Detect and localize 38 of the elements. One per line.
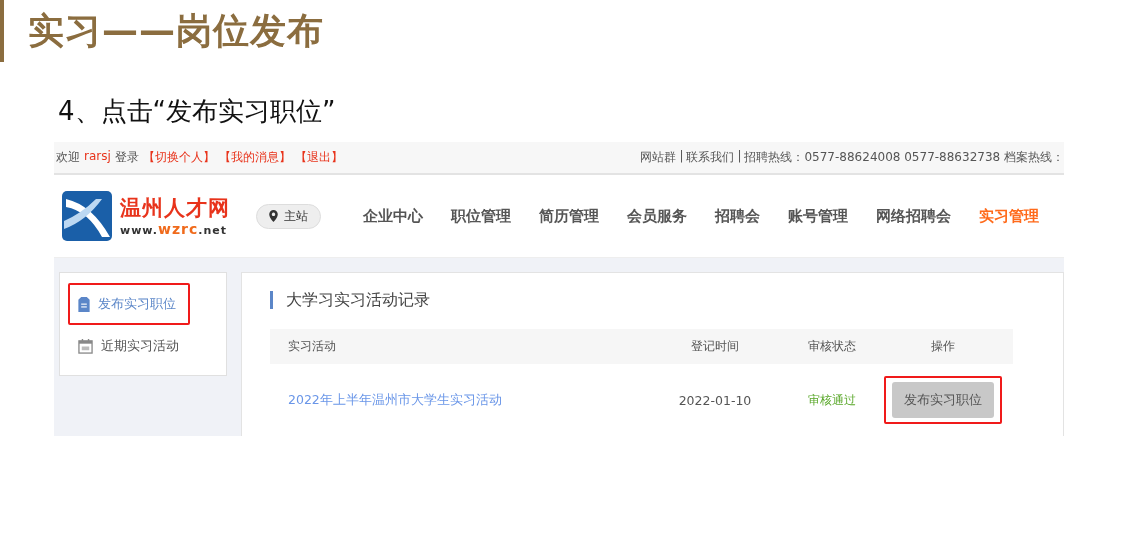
topbar-text: 网站群 [640,149,677,167]
nav-item[interactable]: 简历管理 [525,206,613,226]
slide-title: 实习——岗位发布 [28,8,324,53]
document-icon [78,296,90,312]
nav-item[interactable]: 账号管理 [774,206,862,226]
login-text: 登录 [114,149,139,167]
nav-item[interactable]: 企业中心 [349,206,437,226]
accent-bar [0,0,4,62]
topbar-text: 联系我们 [686,149,735,167]
logo-name: 温州人才网 [120,195,230,222]
nav-item[interactable]: 招聘会 [701,206,774,226]
username: rarsj [84,149,111,166]
sidebar-item[interactable]: 近期实习活动 [68,325,190,367]
step-instruction: 4、点击“发布实习职位” [58,95,337,128]
nav-item[interactable]: 会员服务 [613,206,701,226]
column-header: 登记时间 [639,329,791,364]
topbar-text: | [737,149,742,166]
sidebar-item[interactable]: 发布实习职位 [68,283,190,325]
logo-icon [62,191,112,242]
table-cell: 2022-01-10 [639,364,791,436]
column-header: 审核状态 [791,329,873,364]
topbar-text: | [679,149,684,166]
publish-button[interactable]: 发布实习职位 [892,382,994,418]
nav-item[interactable]: 职位管理 [437,206,525,226]
calendar-icon [78,338,93,354]
topbar-link[interactable]: 【切换个人】 [142,149,215,167]
status-text: 审核通过 [808,392,856,407]
topbar-text: 招聘热线：0577-88624008 0577-88632738 档案热线： [744,149,1064,167]
welcome-text: 欢迎 [56,149,80,167]
location-pin-icon [269,210,278,223]
column-header: 实习活动 [270,329,639,364]
topbar-link[interactable]: 【退出】 [294,149,343,167]
topbar-link[interactable]: 【我的消息】 [218,149,291,167]
nav-item[interactable]: 网络招聘会 [862,206,965,226]
panel-title: 大学习实习活动记录 [270,291,1013,309]
logo-url: www.wzrc.net [120,221,228,238]
column-header: 操作 [873,329,1013,364]
site-switch-button[interactable]: 主站 [256,203,321,229]
